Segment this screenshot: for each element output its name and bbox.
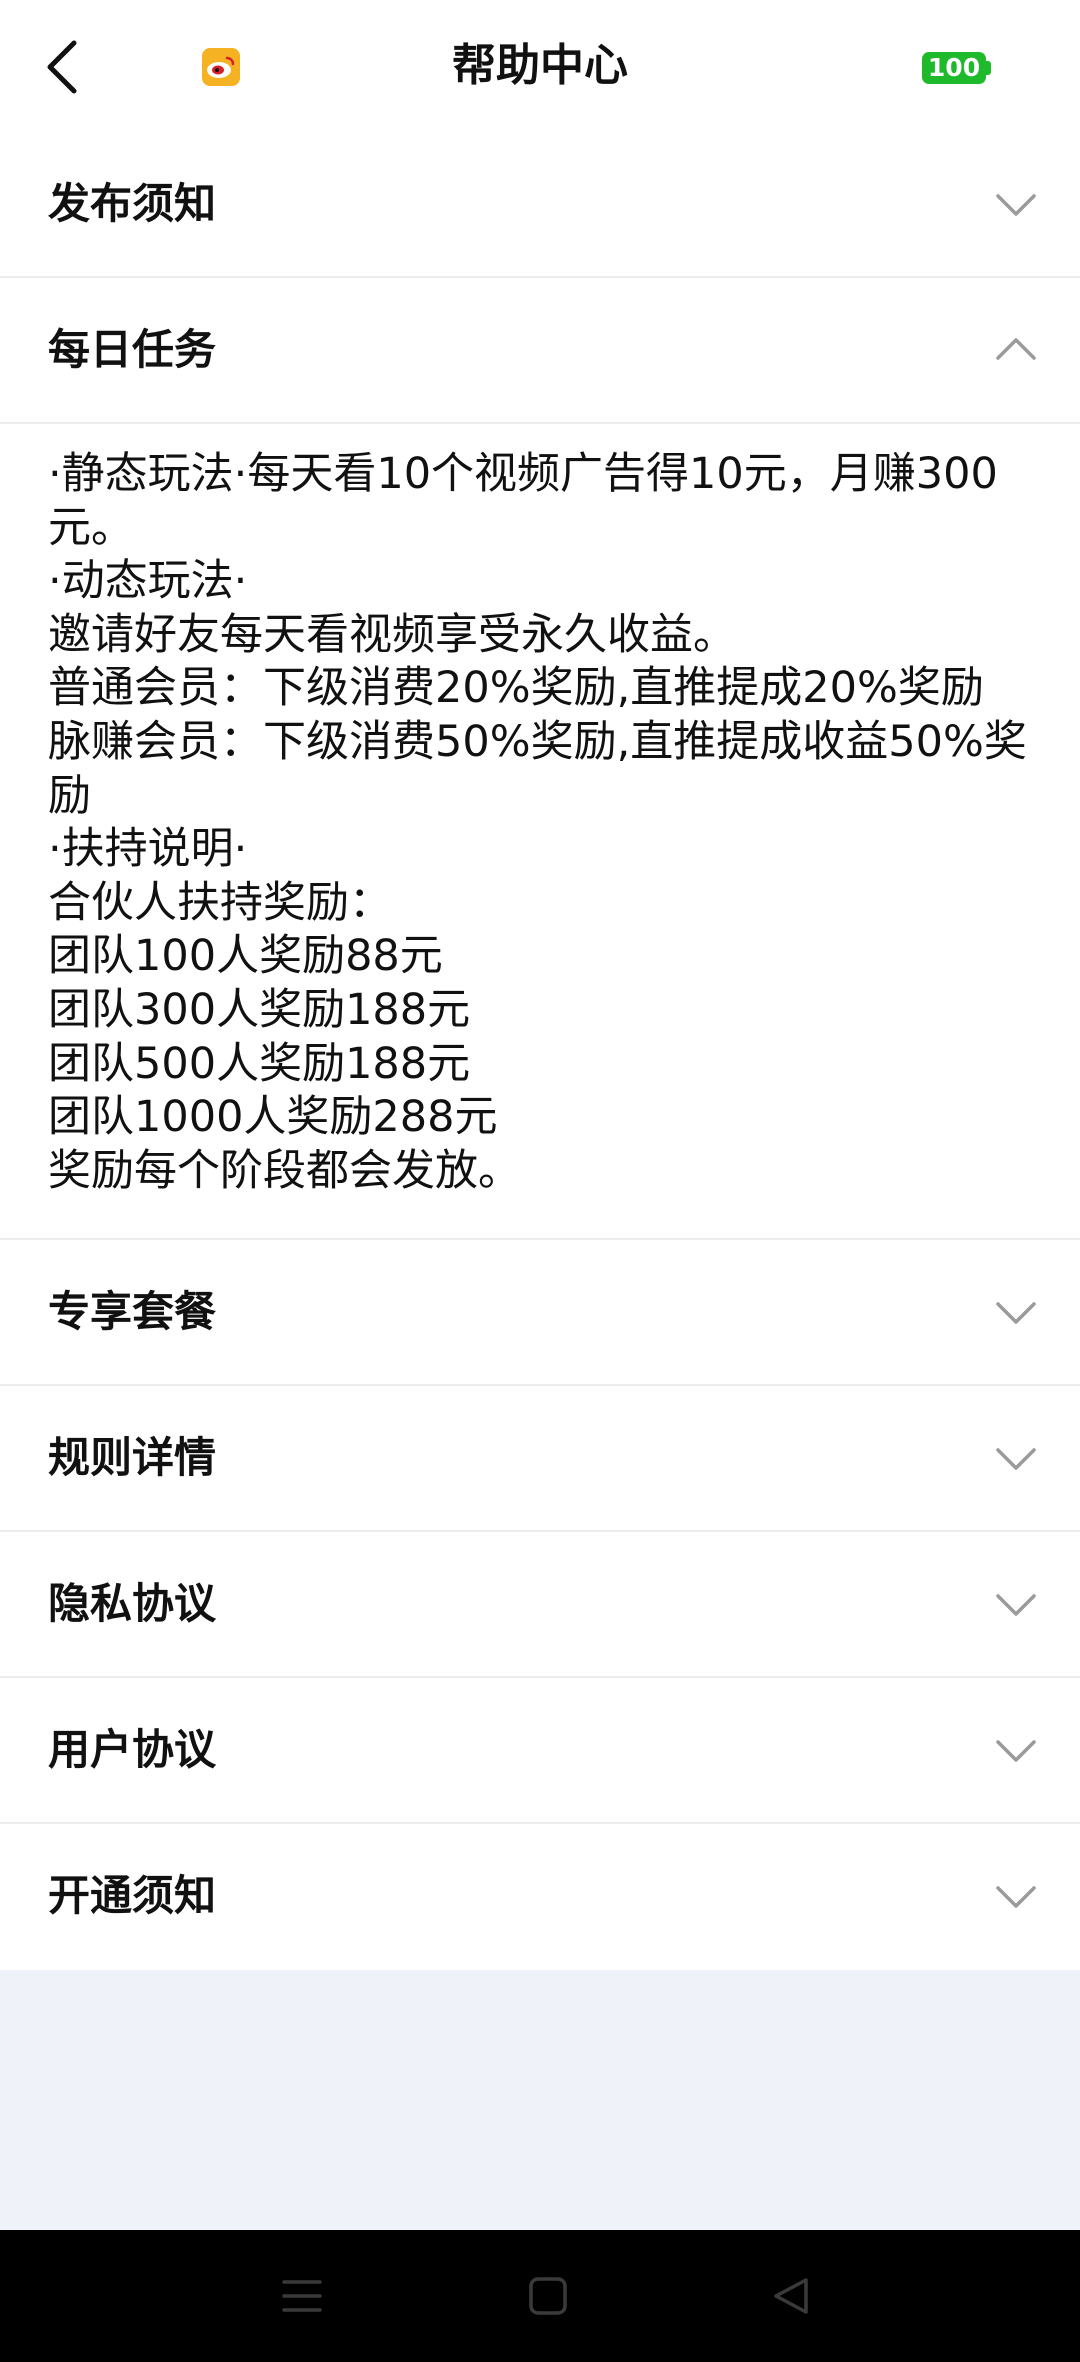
section-title: 发布须知: [48, 179, 217, 228]
section-privacy-agreement[interactable]: 隐私协议: [0, 1532, 1080, 1679]
menu-icon: [282, 2280, 322, 2312]
section-daily-tasks[interactable]: 每日任务: [0, 278, 1080, 424]
chevron-down-icon: [996, 1594, 1036, 1617]
help-accordion: 发布须知 每日任务 ·静态玩法·每天看10个视频广告得10元，月赚300元。 ·…: [0, 132, 1080, 1971]
section-rule-details[interactable]: 规则详情: [0, 1386, 1080, 1533]
content-line: ·动态玩法·: [48, 556, 248, 607]
page-title: 帮助中心: [452, 40, 628, 91]
chevron-down-icon: [996, 1886, 1036, 1909]
content-line: 团队500人奖励188元: [48, 1038, 471, 1089]
content-line: 合伙人扶持奖励：: [48, 877, 392, 928]
battery-indicator: 100: [922, 52, 986, 84]
system-back-button[interactable]: [766, 2270, 818, 2322]
recent-apps-button[interactable]: [276, 2270, 328, 2322]
chevron-down-icon: [996, 1448, 1036, 1471]
content-line: 团队300人奖励188元: [48, 984, 471, 1035]
content-line: 奖励每个阶段都会发放。: [48, 1145, 521, 1196]
home-button[interactable]: [522, 2270, 574, 2322]
chevron-down-icon: [996, 194, 1036, 216]
top-bar: 帮助中心 100: [0, 0, 1080, 132]
section-title: 专享套餐: [48, 1287, 217, 1337]
content-line: 邀请好友每天看视频享受永久收益。: [48, 609, 736, 660]
content-line: 团队100人奖励88元: [48, 931, 443, 982]
back-button[interactable]: [30, 32, 94, 102]
battery-tip: [986, 61, 991, 75]
section-title: 隐私协议: [48, 1579, 217, 1629]
content-line: 脉赚会员：下级消费50%奖励,直推提成收益50%奖励: [48, 716, 1027, 821]
section-title: 用户协议: [48, 1725, 217, 1775]
section-title: 规则详情: [48, 1433, 217, 1483]
help-center-page: 帮助中心 100 发布须知 每日任务 ·静态玩法·每天看10个视频广告得10元，…: [0, 0, 1080, 2362]
section-exclusive-packages[interactable]: 专享套餐: [0, 1240, 1080, 1387]
home-icon: [529, 2277, 567, 2315]
section-user-agreement[interactable]: 用户协议: [0, 1678, 1080, 1825]
content-line: 团队1000人奖励288元: [48, 1092, 498, 1143]
chevron-down-icon: [996, 1740, 1036, 1763]
section-publish-notice[interactable]: 发布须知: [0, 132, 1080, 278]
chevron-up-icon: [996, 338, 1036, 360]
content-line: 普通会员：下级消费20%奖励,直推提成20%奖励: [48, 663, 984, 714]
section-title: 开通须知: [48, 1871, 217, 1921]
section-activation-notice[interactable]: 开通须知: [0, 1824, 1080, 1971]
content-line: ·静态玩法·每天看10个视频广告得10元，月赚300元。: [48, 449, 998, 553]
chevron-down-icon: [996, 1302, 1036, 1325]
section-daily-tasks-content: ·静态玩法·每天看10个视频广告得10元，月赚300元。 ·动态玩法· 邀请好友…: [0, 424, 1080, 1241]
content-line: ·扶持说明·: [48, 824, 248, 875]
back-icon: [47, 40, 77, 94]
section-title: 每日任务: [48, 325, 217, 374]
system-nav-bar: [0, 2230, 1080, 2362]
weibo-icon[interactable]: [202, 48, 240, 86]
back-triangle-icon: [774, 2278, 808, 2314]
